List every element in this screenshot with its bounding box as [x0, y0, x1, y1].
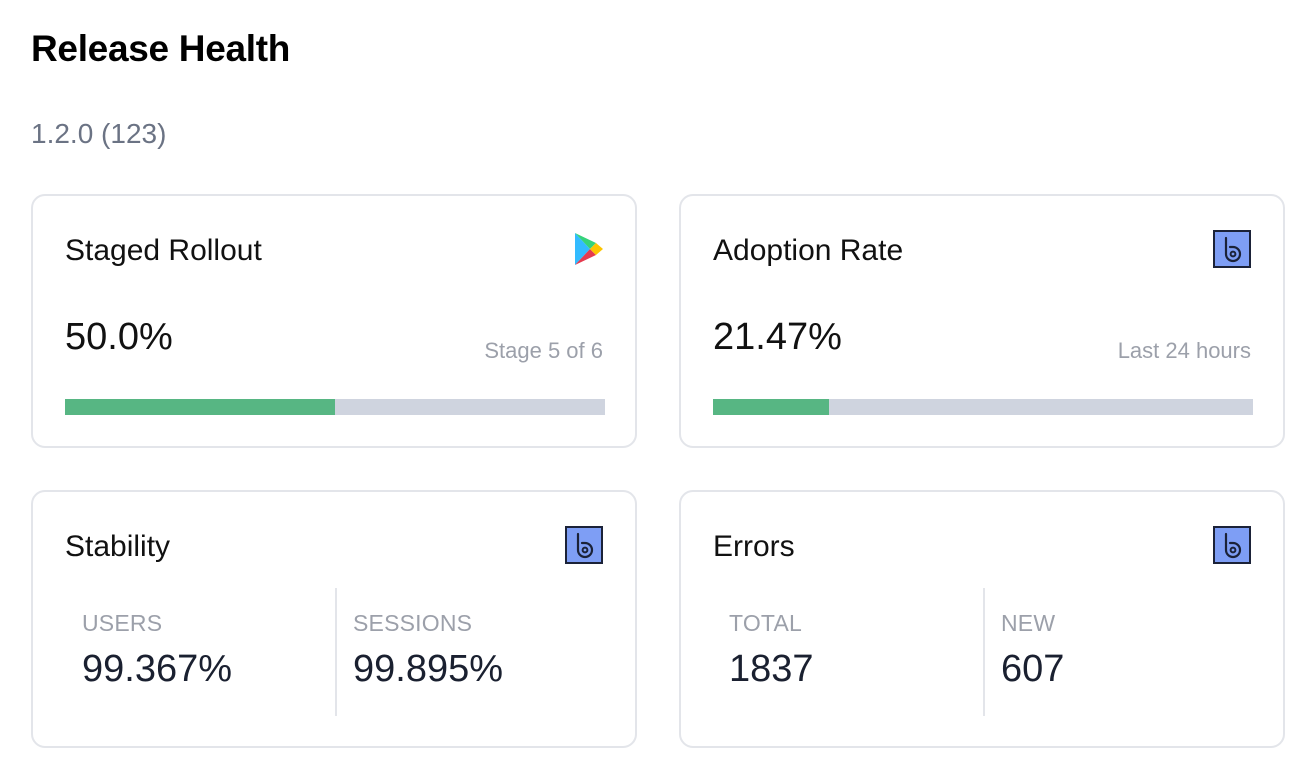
new-errors-value: 607	[1001, 648, 1065, 690]
stat-divider	[335, 588, 337, 716]
card-title: Stability	[65, 530, 171, 563]
adoption-percentage: 21.47%	[713, 316, 842, 358]
release-version: 1.2.0 (123)	[31, 118, 167, 149]
adoption-progress-fill	[713, 399, 829, 415]
users-stability-value: 99.367%	[82, 648, 233, 690]
adoption-rate-card[interactable]: Adoption Rate 21.47% Last 24 hours	[679, 194, 1285, 448]
rollout-stage-caption: Stage 5 of 6	[484, 338, 603, 363]
total-label: TOTAL	[729, 610, 802, 636]
rollout-percentage: 50.0%	[65, 316, 173, 358]
rollout-progress-fill	[65, 399, 335, 415]
page-title: Release Health	[31, 28, 291, 69]
bugsnag-icon	[565, 526, 603, 564]
sessions-label: SESSIONS	[353, 610, 473, 636]
stat-divider	[983, 588, 985, 716]
adoption-period-caption: Last 24 hours	[1117, 338, 1251, 363]
bugsnag-icon	[1213, 230, 1251, 268]
card-title: Staged Rollout	[65, 234, 262, 267]
new-label: NEW	[1001, 610, 1056, 636]
sessions-stability-value: 99.895%	[353, 648, 504, 690]
card-title: Adoption Rate	[713, 234, 904, 267]
errors-card[interactable]: Errors TOTAL 1837 NEW 607	[679, 490, 1285, 748]
staged-rollout-card[interactable]: Staged Rollout 50.0% Stage 5 of 6	[31, 194, 637, 448]
rollout-progress-bar	[65, 399, 605, 415]
stability-card[interactable]: Stability USERS 99.367% SESSIONS 99.895%	[31, 490, 637, 748]
bugsnag-icon	[1213, 526, 1251, 564]
adoption-progress-bar	[713, 399, 1253, 415]
users-label: USERS	[82, 610, 163, 636]
card-title: Errors	[713, 530, 795, 563]
total-errors-value: 1837	[729, 648, 814, 690]
google-play-icon	[569, 230, 607, 268]
